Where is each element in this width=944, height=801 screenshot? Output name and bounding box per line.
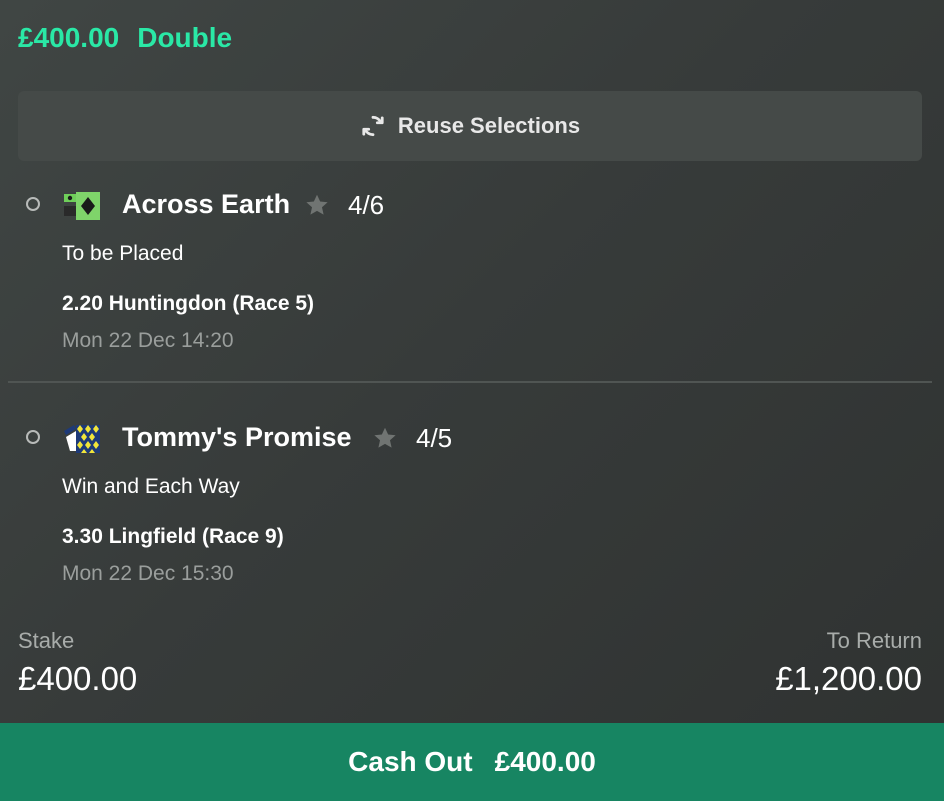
- market-name: To be Placed: [62, 242, 184, 265]
- race-datetime: Mon 22 Dec 14:20: [62, 329, 234, 352]
- runner-name[interactable]: Across Earth: [122, 189, 290, 220]
- market-name: Win and Each Way: [62, 475, 240, 498]
- star-icon[interactable]: [304, 192, 330, 218]
- odds: 4/5: [416, 423, 453, 453]
- to-return-value: £1,200.00: [775, 660, 922, 697]
- bet-amount: £400.00: [18, 22, 120, 53]
- to-return-label: To Return: [826, 628, 922, 653]
- selection-status-radio: [26, 197, 40, 211]
- race-name[interactable]: 2.20 Huntingdon (Race 5): [62, 292, 314, 316]
- runner-name[interactable]: Tommy's Promise: [122, 422, 352, 453]
- reuse-selections-label: Reuse Selections: [397, 113, 581, 138]
- bet-header: £400.00 Double: [18, 22, 232, 54]
- star-icon[interactable]: [372, 425, 398, 451]
- cash-out-button[interactable]: Cash Out £400.00: [0, 723, 944, 801]
- selection-divider: [8, 381, 932, 383]
- refresh-icon: [362, 115, 384, 137]
- cash-out-label: Cash Out: [348, 746, 473, 777]
- race-name[interactable]: 3.30 Lingfield (Race 9): [62, 525, 284, 549]
- bet-type: Double: [137, 22, 233, 53]
- odds: 4/6: [348, 190, 385, 220]
- stake-value: £400.00: [18, 660, 138, 697]
- reuse-selections-button[interactable]: Reuse Selections: [18, 91, 922, 161]
- selection-status-radio: [26, 430, 40, 444]
- jockey-silk-green-diamond-icon: [64, 192, 100, 220]
- jockey-silk-yellow-diamonds-icon: [64, 425, 100, 453]
- cash-out-amount: £400.00: [494, 746, 596, 777]
- race-datetime: Mon 22 Dec 15:30: [62, 562, 234, 585]
- stake-label: Stake: [18, 628, 75, 653]
